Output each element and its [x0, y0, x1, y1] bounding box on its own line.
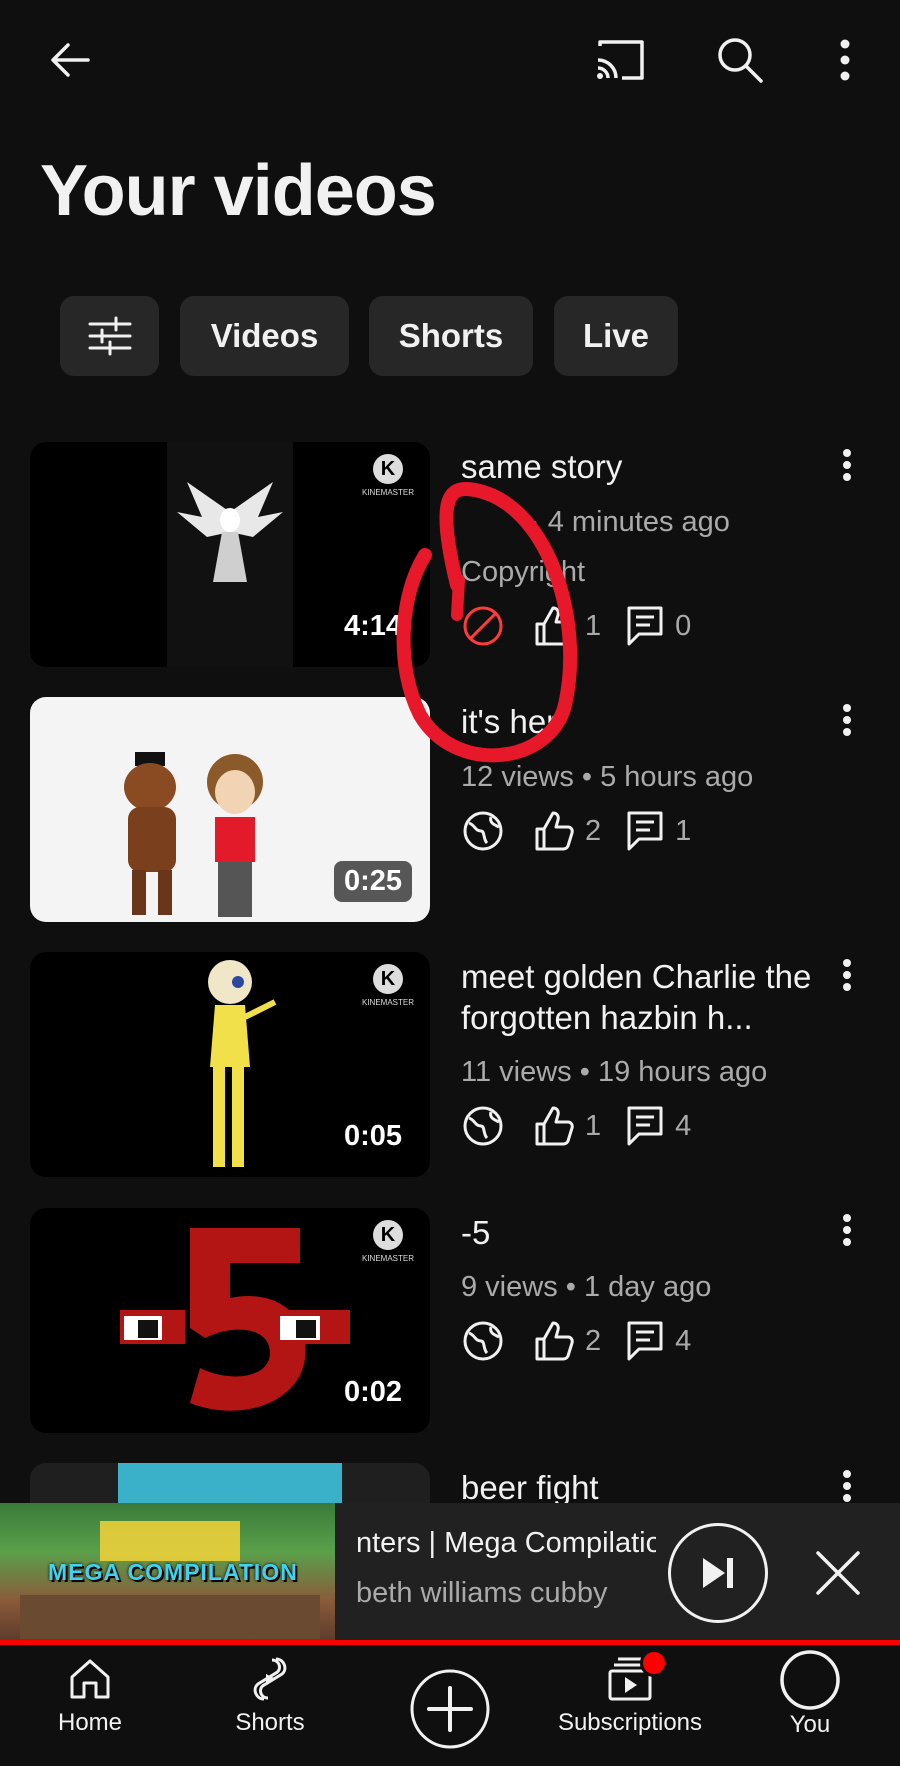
video-stats: 2 4 — [461, 1316, 691, 1366]
comment-count: 4 — [675, 1109, 692, 1142]
shorts-icon — [253, 1657, 287, 1701]
video-duration: 0:05 — [343, 1120, 402, 1152]
comment-icon — [627, 811, 663, 851]
search-icon — [718, 38, 763, 83]
comment-count: 4 — [675, 1324, 692, 1357]
nav-subscriptions[interactable]: Subscriptions — [545, 1649, 715, 1765]
mini-player-thumbnail: MEGA COMPILATION — [0, 1503, 335, 1643]
globe-icon — [463, 1321, 503, 1361]
like-count: 2 — [585, 1324, 602, 1357]
nav-create-button[interactable] — [409, 1668, 491, 1750]
video-title[interactable]: beer fight — [461, 1467, 841, 1508]
winged-figure-image — [177, 482, 283, 582]
comment-icon — [627, 1106, 663, 1146]
more-options-button[interactable] — [815, 30, 875, 90]
home-icon — [70, 1659, 110, 1699]
like-count: 1 — [585, 1109, 602, 1142]
search-button[interactable] — [710, 30, 770, 90]
close-icon — [816, 1551, 860, 1595]
video-menu-button[interactable] — [832, 1205, 862, 1255]
globe-icon — [463, 1106, 503, 1146]
video-title[interactable]: -5 — [461, 1212, 841, 1253]
kinemaster-watermark: K KINEMASTER — [358, 1220, 418, 1263]
back-button[interactable] — [40, 30, 100, 90]
video-duration: 0:02 — [343, 1376, 402, 1408]
video-stats: 1 4 — [461, 1101, 691, 1151]
golden-character-image — [208, 960, 277, 1167]
page-title: Your videos — [40, 151, 437, 231]
mini-player[interactable]: MEGA COMPILATION nters | Mega Compilatio… — [0, 1503, 900, 1643]
more-vertical-icon — [843, 704, 851, 736]
cast-icon — [597, 40, 644, 80]
video-thumbnail[interactable]: K KINEMASTER 0:02 — [30, 1208, 430, 1433]
kinemaster-watermark: K KINEMASTER — [358, 964, 418, 1007]
chip-videos[interactable]: Videos — [180, 296, 349, 376]
nav-you[interactable]: You — [725, 1650, 895, 1765]
bottom-navigation: Home Shorts Subscriptions You — [0, 1645, 900, 1766]
video-meta: 11 views • 19 hours ago — [461, 1056, 768, 1088]
cartoon-characters-image — [124, 752, 263, 917]
comment-icon — [627, 1321, 663, 1361]
video-title[interactable]: meet golden Charlie the forgotten hazbin… — [461, 956, 841, 1038]
more-vertical-icon — [843, 959, 851, 991]
comment-count: 0 — [675, 609, 692, 642]
nav-shorts[interactable]: Shorts — [185, 1655, 355, 1765]
notification-dot — [640, 1649, 668, 1677]
video-menu-button[interactable] — [832, 440, 862, 490]
like-icon — [535, 1106, 574, 1146]
video-stats: 2 1 — [461, 806, 691, 856]
nav-subscriptions-label: Subscriptions — [557, 1709, 703, 1736]
like-icon — [535, 1321, 574, 1361]
like-count: 2 — [585, 814, 602, 847]
nav-you-label: You — [789, 1711, 831, 1738]
skip-next-icon — [703, 1558, 733, 1588]
video-meta: 9 views • 1 day ago — [461, 1271, 712, 1303]
globe-icon — [463, 811, 503, 851]
chip-shorts[interactable]: Shorts — [369, 296, 533, 376]
mini-player-title: nters | Mega Compilatio — [356, 1527, 656, 1559]
more-vertical-icon — [843, 1470, 851, 1502]
video-thumbnail[interactable]: 0:25 — [30, 697, 430, 922]
filter-sliders-icon — [88, 316, 131, 356]
comment-icon — [627, 606, 663, 646]
nav-home-label: Home — [57, 1709, 123, 1736]
number-five-character-image — [120, 1228, 350, 1411]
more-vertical-icon — [843, 1214, 851, 1246]
comment-count: 1 — [675, 814, 692, 847]
video-menu-button[interactable] — [832, 695, 862, 745]
create-plus-icon — [410, 1669, 490, 1749]
video-menu-button[interactable] — [832, 950, 862, 1000]
mini-player-channel: beth williams cubby — [356, 1577, 608, 1609]
video-thumbnail[interactable]: K KINEMASTER 4:14 — [30, 442, 430, 667]
more-vertical-icon — [843, 449, 851, 481]
video-thumbnail[interactable]: K KINEMASTER 0:05 — [30, 952, 430, 1177]
mini-player-close-button[interactable] — [810, 1545, 866, 1601]
like-icon — [535, 811, 574, 851]
filter-chip[interactable] — [60, 296, 159, 376]
chip-live[interactable]: Live — [554, 296, 678, 376]
red-circle-annotation — [396, 482, 578, 763]
nav-shorts-label: Shorts — [235, 1709, 305, 1736]
mini-player-next-button[interactable] — [668, 1523, 768, 1623]
cast-button[interactable] — [590, 30, 650, 90]
you-avatar-icon — [780, 1650, 840, 1710]
video-duration: 0:25 — [333, 861, 412, 902]
nav-home[interactable]: Home — [5, 1655, 175, 1765]
mini-thumb-caption: MEGA COMPILATION — [48, 1559, 298, 1585]
arrow-left-icon — [51, 43, 90, 77]
more-vertical-icon — [840, 39, 850, 81]
